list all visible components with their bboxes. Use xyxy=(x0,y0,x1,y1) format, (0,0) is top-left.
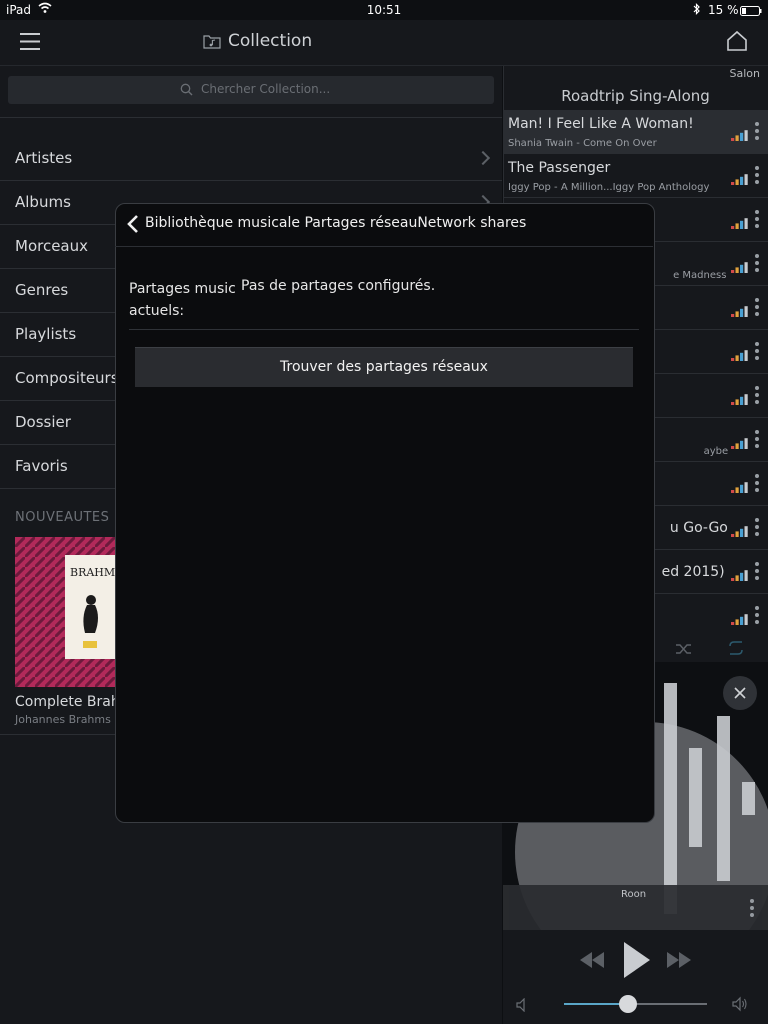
queue-track-subtitle: aybe xyxy=(703,446,729,457)
quality-signal-icon xyxy=(731,214,749,229)
nav-item-label: Albums xyxy=(15,193,71,211)
quality-signal-icon xyxy=(731,478,749,493)
nav-item-label: Favoris xyxy=(15,457,68,475)
status-bar: iPad 10:51 15 % xyxy=(0,0,768,20)
previous-icon[interactable] xyxy=(579,951,605,973)
dialog-title: Bibliothèque musicale Partages réseauNet… xyxy=(145,215,527,231)
queue-track-title: Man! I Feel Like A Woman! xyxy=(508,116,694,132)
nav-item-label: Compositeurs xyxy=(15,369,119,387)
top-bar xyxy=(0,20,768,66)
more-options-icon[interactable] xyxy=(755,122,759,143)
more-options-icon[interactable] xyxy=(755,518,759,539)
page-title: Collection xyxy=(228,31,313,51)
queue-row[interactable]: Man! I Feel Like A Woman! Shania Twain - … xyxy=(503,110,768,154)
quality-signal-icon xyxy=(731,346,749,361)
bluetooth-icon xyxy=(693,3,701,18)
battery-percent: 15 % xyxy=(708,3,739,17)
nav-item-label: Genres xyxy=(15,281,69,299)
visualizer-bar xyxy=(664,683,677,914)
play-icon[interactable] xyxy=(622,941,652,983)
album-pattern xyxy=(15,537,115,687)
home-icon[interactable] xyxy=(726,30,748,56)
quality-signal-icon xyxy=(731,566,749,581)
more-options-icon[interactable] xyxy=(755,298,759,319)
queue-track-title: ed 2015) xyxy=(661,564,725,580)
zone-strip-label: Roon xyxy=(621,889,647,900)
zone-name[interactable]: Salon xyxy=(730,67,760,80)
repeat-icon[interactable] xyxy=(727,640,745,660)
search-placeholder: Chercher Collection... xyxy=(201,82,331,96)
quality-signal-icon xyxy=(731,390,749,405)
close-icon xyxy=(734,687,746,699)
current-shares-label-line1: Partages music xyxy=(129,281,236,297)
clock: 10:51 xyxy=(366,3,402,17)
more-options-icon[interactable] xyxy=(755,210,759,231)
volume-slider[interactable] xyxy=(564,995,707,1013)
more-options-icon[interactable] xyxy=(755,430,759,451)
more-options-icon[interactable] xyxy=(755,562,759,583)
nav-item-label: Dossier xyxy=(15,413,71,431)
zone-strip: Roon xyxy=(503,885,768,930)
queue-track-subtitle: e Madness xyxy=(673,270,727,281)
chevron-right-icon xyxy=(475,150,491,166)
divider xyxy=(129,329,639,330)
next-icon[interactable] xyxy=(666,951,692,973)
close-visual-button[interactable] xyxy=(723,676,757,710)
quality-signal-icon xyxy=(731,258,749,273)
nav-item-artistes[interactable]: Artistes xyxy=(0,137,502,181)
current-shares-label: Partages music actuels: xyxy=(129,278,239,322)
zone-more-icon[interactable] xyxy=(750,899,754,920)
more-options-icon[interactable] xyxy=(755,606,759,627)
volume-low-icon xyxy=(516,997,528,1016)
more-options-icon[interactable] xyxy=(755,254,759,275)
section-header-new: NOUVEAUTES xyxy=(15,510,110,525)
album-artist: Johannes Brahms xyxy=(15,713,111,726)
visualizer-bar xyxy=(742,782,755,815)
queue-row[interactable]: The Passenger Iggy Pop - A Million...Iggy… xyxy=(503,154,768,198)
volume-knob[interactable] xyxy=(619,995,638,1013)
queue-track-subtitle: Iggy Pop - A Million...Iggy Pop Antholog… xyxy=(508,182,710,193)
queue-track-title: u Go-Go xyxy=(669,520,728,536)
queue-title: Roadtrip Sing-Along xyxy=(561,87,710,105)
nav-item-label: Artistes xyxy=(15,149,73,167)
more-options-icon[interactable] xyxy=(755,386,759,407)
album-cover[interactable]: BRAHMS xyxy=(15,537,123,687)
visualizer-bar xyxy=(689,748,702,847)
more-options-icon[interactable] xyxy=(755,342,759,363)
queue-track-title: The Passenger xyxy=(508,160,611,176)
current-shares-value: Pas de partages configurés. xyxy=(241,278,436,294)
quality-signal-icon xyxy=(731,522,749,537)
visualizer-bar xyxy=(717,716,730,881)
hamburger-menu-icon[interactable] xyxy=(20,33,40,54)
more-options-icon[interactable] xyxy=(755,474,759,495)
battery-icon xyxy=(740,5,762,19)
nav-item-label: Playlists xyxy=(15,325,77,343)
nav-item-label: Morceaux xyxy=(15,237,89,255)
quality-signal-icon xyxy=(731,170,749,185)
current-shares-label-line2: actuels: xyxy=(129,303,185,319)
shuffle-icon[interactable] xyxy=(675,641,693,660)
search-icon xyxy=(180,83,193,99)
quality-signal-icon xyxy=(731,610,749,625)
player-bar xyxy=(503,930,768,1024)
divider xyxy=(0,117,502,118)
find-network-shares-button[interactable]: Trouver des partages réseaux xyxy=(135,347,633,387)
quality-signal-icon xyxy=(731,302,749,317)
back-chevron-icon[interactable] xyxy=(127,214,139,238)
volume-high-icon xyxy=(732,996,748,1016)
quality-signal-icon xyxy=(731,434,749,449)
search-input[interactable]: Chercher Collection... xyxy=(8,76,494,104)
queue-track-subtitle: Shania Twain - Come On Over xyxy=(508,138,657,149)
quality-signal-icon xyxy=(731,126,749,141)
folder-music-icon xyxy=(203,33,221,53)
more-options-icon[interactable] xyxy=(755,166,759,187)
